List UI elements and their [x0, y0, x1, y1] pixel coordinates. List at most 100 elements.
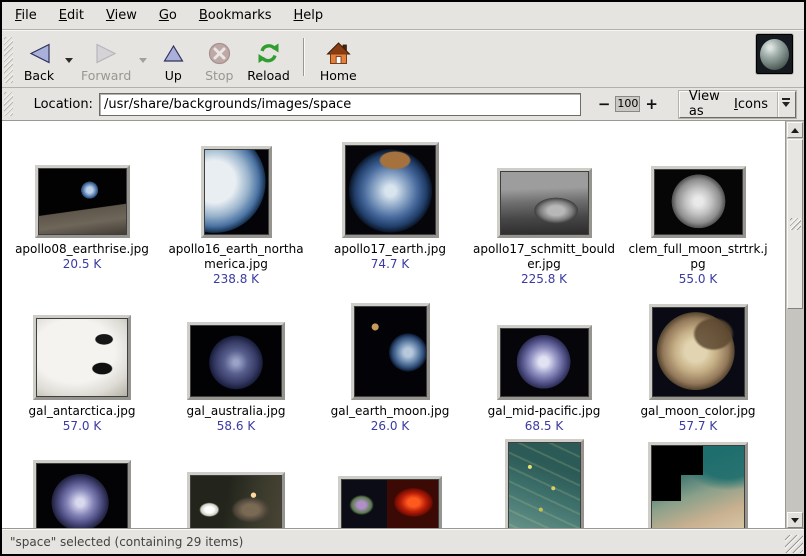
file-name: apollo17_schmitt_boulder.jpg — [471, 242, 617, 272]
teal-nebula-blocks-thumbnail — [648, 442, 748, 529]
forward-arrow-icon — [95, 40, 118, 68]
file-item[interactable]: gal_mid-pacific.jpg 68.5 K — [467, 294, 621, 439]
file-name: gal_moon_color.jpg — [640, 404, 755, 419]
location-input[interactable] — [99, 93, 581, 116]
nautilus-throbber-sphere-icon — [760, 39, 789, 70]
file-name: gal_australia.jpg — [187, 404, 286, 419]
menu-help[interactable]: Help — [283, 3, 335, 28]
file-name: gal_mid-pacific.jpg — [488, 404, 601, 419]
scrollbar-grip-icon — [790, 218, 801, 230]
view-as-combo[interactable]: View as Icons — [679, 91, 796, 118]
file-item[interactable]: apollo16_earth_northamerica.jpg 238.8 K — [159, 134, 313, 294]
file-size: 74.7 K — [371, 257, 409, 272]
file-size: 55.0 K — [679, 272, 717, 287]
zoom-level-indicator[interactable]: 100 — [615, 96, 640, 112]
file-size: 238.8 K — [213, 272, 259, 287]
chevron-down-icon — [139, 58, 147, 67]
reload-button[interactable]: Reload — [242, 34, 295, 86]
menu-edit[interactable]: Edit — [48, 3, 95, 28]
file-item[interactable] — [467, 439, 621, 529]
stop-label: Stop — [205, 68, 233, 83]
view-as-combo-label: View as Icons — [680, 92, 777, 117]
up-button[interactable]: Up — [150, 34, 196, 86]
mid-pacific-earth-thumbnail — [497, 325, 592, 400]
menu-bookmarks[interactable]: Bookmarks — [188, 3, 283, 28]
file-item[interactable] — [621, 439, 775, 529]
home-button[interactable]: Home — [315, 34, 362, 86]
file-row-1: apollo08_earthrise.jpg 20.5 K apollo16_e… — [5, 134, 785, 294]
menu-bar: File Edit View Go Bookmarks Help — [2, 2, 804, 30]
file-item[interactable]: apollo17_earth.jpg 74.7 K — [313, 134, 467, 294]
back-label: Back — [24, 68, 54, 83]
file-item[interactable]: apollo08_earthrise.jpg 20.5 K — [5, 134, 159, 294]
back-button[interactable]: Back — [16, 34, 62, 86]
menu-view[interactable]: View — [95, 3, 148, 28]
reload-label: Reload — [247, 68, 290, 83]
back-history-dropdown[interactable] — [62, 34, 76, 86]
file-item[interactable] — [5, 439, 159, 529]
file-item[interactable] — [159, 439, 313, 529]
file-item[interactable]: gal_antarctica.jpg 57.0 K — [5, 294, 159, 439]
reload-icon — [256, 40, 281, 68]
location-bar-drag-handle[interactable] — [4, 92, 13, 116]
file-size: 225.8 K — [521, 272, 567, 287]
file-name: apollo17_earth.jpg — [334, 242, 446, 257]
file-name: clem_full_moon_strtrk.jpg — [625, 242, 771, 272]
back-arrow-icon — [28, 40, 51, 68]
australia-earth-thumbnail — [187, 322, 285, 400]
vertical-scrollbar[interactable] — [785, 121, 804, 529]
color-moon-thumbnail — [649, 304, 748, 400]
icon-view[interactable]: apollo08_earthrise.jpg 20.5 K apollo16_e… — [2, 121, 804, 529]
file-manager-window: File Edit View Go Bookmarks Help Back Fo… — [0, 0, 806, 556]
home-icon — [326, 40, 351, 68]
dropdown-arrow-icon[interactable] — [777, 92, 795, 117]
scrollbar-up-button[interactable] — [787, 122, 803, 138]
scrollbar-thumb[interactable] — [787, 139, 803, 309]
galaxy-collision-thumbnail — [187, 472, 285, 529]
file-item[interactable]: gal_earth_moon.jpg 26.0 K — [313, 294, 467, 439]
forward-history-dropdown — [136, 34, 150, 86]
menu-file[interactable]: File — [4, 3, 48, 28]
location-label: Location: — [34, 97, 93, 112]
earth-moon-thumbnail — [351, 303, 430, 400]
file-size: 57.7 K — [679, 419, 717, 434]
scrollbar-down-button[interactable] — [787, 512, 803, 528]
home-label: Home — [320, 68, 357, 83]
status-text: "space" selected (containing 29 items) — [10, 535, 243, 549]
up-label: Up — [165, 68, 182, 83]
location-bar: Location: − 100 + View as Icons — [2, 88, 804, 121]
throbber — [756, 34, 793, 74]
toolbar: Back Forward Up Stop — [2, 30, 804, 88]
toolbar-drag-handle[interactable] — [4, 37, 13, 83]
file-item[interactable]: gal_moon_color.jpg 57.7 K — [621, 294, 775, 439]
file-size: 57.0 K — [63, 419, 101, 434]
nebula-pair-thumbnail — [338, 476, 442, 529]
file-item[interactable] — [313, 439, 467, 529]
file-item[interactable]: apollo17_schmitt_boulder.jpg 225.8 K — [467, 134, 621, 294]
stop-button: Stop — [196, 34, 242, 86]
resize-grip[interactable] — [785, 535, 803, 553]
file-row-2: gal_antarctica.jpg 57.0 K gal_australia.… — [5, 294, 785, 439]
blue-marble-thumbnail — [342, 142, 439, 238]
antarctica-thumbnail — [33, 315, 131, 400]
forward-label: Forward — [81, 68, 131, 83]
stop-icon — [208, 40, 231, 68]
toolbar-separator — [303, 38, 305, 76]
chevron-down-icon — [65, 58, 73, 67]
file-row-3 — [5, 439, 785, 529]
file-name: gal_earth_moon.jpg — [331, 404, 450, 419]
zoom-in-button[interactable]: + — [640, 95, 663, 113]
up-arrow-icon — [163, 40, 184, 68]
scroll-down-arrow-icon — [791, 518, 799, 527]
purple-earth-thumbnail — [33, 460, 131, 529]
teal-nebula-thumbnail — [505, 439, 584, 529]
forward-button: Forward — [76, 34, 136, 86]
menu-go[interactable]: Go — [148, 3, 188, 28]
file-name: apollo08_earthrise.jpg — [15, 242, 149, 257]
file-item[interactable]: gal_australia.jpg 58.6 K — [159, 294, 313, 439]
file-name: apollo16_earth_northamerica.jpg — [163, 242, 309, 272]
file-item[interactable]: clem_full_moon_strtrk.jpg 55.0 K — [621, 134, 775, 294]
zoom-out-button[interactable]: − — [593, 95, 616, 113]
file-size: 58.6 K — [217, 419, 255, 434]
earthrise-thumbnail — [35, 165, 130, 238]
